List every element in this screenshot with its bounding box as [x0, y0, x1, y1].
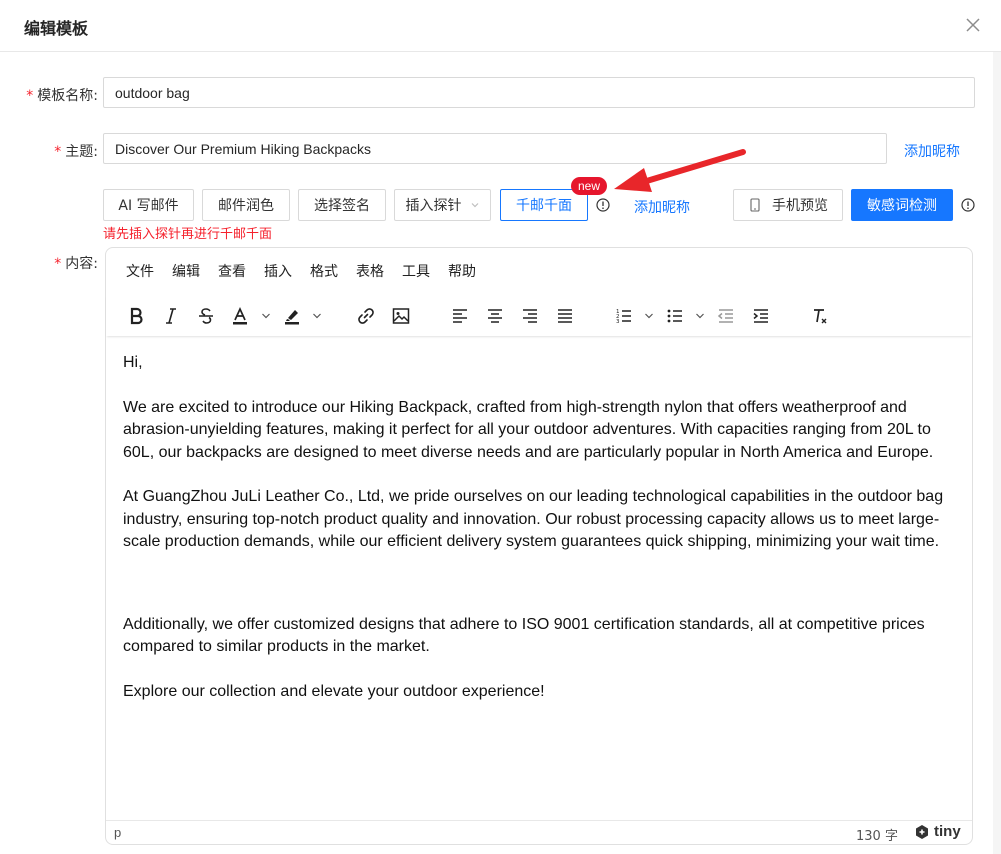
tiny-logo-icon — [916, 824, 928, 839]
align-right-icon — [523, 309, 537, 323]
align-center-icon — [488, 309, 502, 323]
bullet-list-button[interactable] — [661, 302, 689, 330]
align-justify-button[interactable] — [551, 302, 579, 330]
editor-content[interactable]: Hi, We are excited to introduce our Hiki… — [123, 352, 963, 703]
insert-link-button[interactable] — [352, 302, 380, 330]
menu-table[interactable]: 表格 — [356, 261, 384, 281]
align-justify-icon — [558, 309, 572, 323]
chevron-down-icon[interactable] — [695, 311, 705, 321]
content-paragraph: At GuangZhou JuLi Leather Co., Ltd, we p… — [123, 488, 944, 550]
italic-icon — [166, 308, 176, 324]
subject-input[interactable] — [103, 133, 887, 164]
bold-icon — [130, 307, 143, 325]
dialog-header: 编辑模板 — [0, 0, 1001, 52]
outdent-button[interactable] — [712, 302, 740, 330]
sensitive-check-button[interactable]: 敏感词检测 — [851, 189, 953, 221]
subject-label: * 主题: — [40, 141, 98, 161]
add-nickname-link[interactable]: 添加昵称 — [634, 197, 690, 217]
content-paragraph: Explore our collection and elevate your … — [123, 682, 545, 700]
required-mark: * — [54, 256, 62, 272]
clear-formatting-icon — [814, 309, 827, 324]
outdent-icon — [717, 309, 733, 323]
phone-icon — [750, 198, 760, 212]
required-mark: * — [26, 88, 34, 104]
insert-probe-label: 插入探针 — [405, 198, 462, 214]
rich-text-editor: 文件 编辑 查看 插入 格式 表格 工具 帮助 1 2 3 Hi, We are… — [105, 247, 973, 845]
insert-probe-select[interactable]: 插入探针 — [394, 189, 491, 221]
template-name-label-text: 模板名称: — [37, 88, 98, 104]
content-paragraph: Additionally, we offer customized design… — [123, 615, 925, 656]
editor-toolbar: 123 — [106, 294, 972, 336]
clear-formatting-button[interactable] — [806, 302, 834, 330]
annotation-arrow — [614, 149, 746, 192]
insert-image-button[interactable] — [387, 302, 415, 330]
tiny-brand-text: tiny — [934, 823, 961, 840]
new-badge: new — [571, 177, 608, 195]
align-center-button[interactable] — [481, 302, 509, 330]
image-icon — [392, 308, 410, 324]
editor-statusbar: p 130 字 tiny — [106, 820, 972, 844]
align-left-button[interactable] — [446, 302, 474, 330]
info-icon[interactable] — [961, 198, 975, 212]
bold-button[interactable] — [122, 302, 150, 330]
required-mark: * — [54, 144, 62, 160]
info-icon[interactable] — [596, 198, 610, 212]
close-button[interactable] — [962, 14, 984, 36]
italic-button[interactable] — [157, 302, 185, 330]
error-message: 请先插入探针再进行千邮千面 — [103, 227, 273, 242]
menu-edit[interactable]: 编辑 — [172, 261, 200, 281]
highlighter-icon — [285, 310, 299, 325]
polish-button[interactable]: 邮件润色 — [202, 189, 290, 221]
svg-text:3: 3 — [616, 319, 620, 325]
ai-write-button[interactable]: AI 写邮件 — [103, 189, 194, 221]
strikethrough-icon — [199, 308, 213, 324]
chevron-down-icon[interactable] — [312, 311, 322, 321]
menu-view[interactable]: 查看 — [218, 261, 246, 281]
numbered-list-button[interactable]: 123 — [610, 302, 638, 330]
indent-button[interactable] — [747, 302, 775, 330]
subject-add-nickname-link[interactable]: 添加昵称 — [904, 141, 960, 161]
close-icon — [966, 18, 980, 32]
chevron-down-icon[interactable] — [261, 311, 271, 321]
select-signature-button[interactable]: 选择签名 — [298, 189, 386, 221]
chevron-down-icon — [471, 203, 478, 208]
tiny-logo[interactable]: tiny — [914, 823, 961, 840]
mobile-preview-label: 手机预览 — [772, 198, 828, 214]
numbered-list-icon: 123 — [616, 309, 631, 325]
editor-menubar: 文件 编辑 查看 插入 格式 表格 工具 帮助 — [106, 248, 494, 294]
link-icon — [358, 308, 374, 324]
content-label: * 内容: — [40, 253, 98, 273]
menu-tools[interactable]: 工具 — [402, 261, 430, 281]
text-color-icon — [233, 306, 247, 325]
align-left-icon — [453, 309, 467, 323]
content-paragraph: We are excited to introduce our Hiking B… — [123, 398, 934, 461]
dialog-title: 编辑模板 — [24, 19, 89, 38]
highlight-color-button[interactable] — [278, 302, 306, 330]
align-right-button[interactable] — [516, 302, 544, 330]
indent-icon — [753, 309, 768, 323]
content-paragraph: Hi, — [123, 354, 143, 371]
strikethrough-button[interactable] — [192, 302, 220, 330]
template-name-label: * 模板名称: — [22, 85, 98, 105]
content-label-text: 内容: — [65, 256, 98, 272]
element-path[interactable]: p — [114, 825, 121, 840]
word-count[interactable]: 130 字 — [856, 825, 898, 844]
menu-file[interactable]: 文件 — [126, 261, 154, 281]
subject-label-text: 主题: — [65, 144, 98, 160]
dialog-scrollbar[interactable] — [993, 52, 1001, 854]
menu-help[interactable]: 帮助 — [448, 261, 476, 281]
menu-insert[interactable]: 插入 — [264, 261, 292, 281]
text-color-button[interactable] — [226, 302, 254, 330]
menu-format[interactable]: 格式 — [310, 261, 338, 281]
chevron-down-icon[interactable] — [644, 311, 654, 321]
template-name-input[interactable] — [103, 77, 975, 108]
bullet-list-icon — [667, 309, 682, 323]
